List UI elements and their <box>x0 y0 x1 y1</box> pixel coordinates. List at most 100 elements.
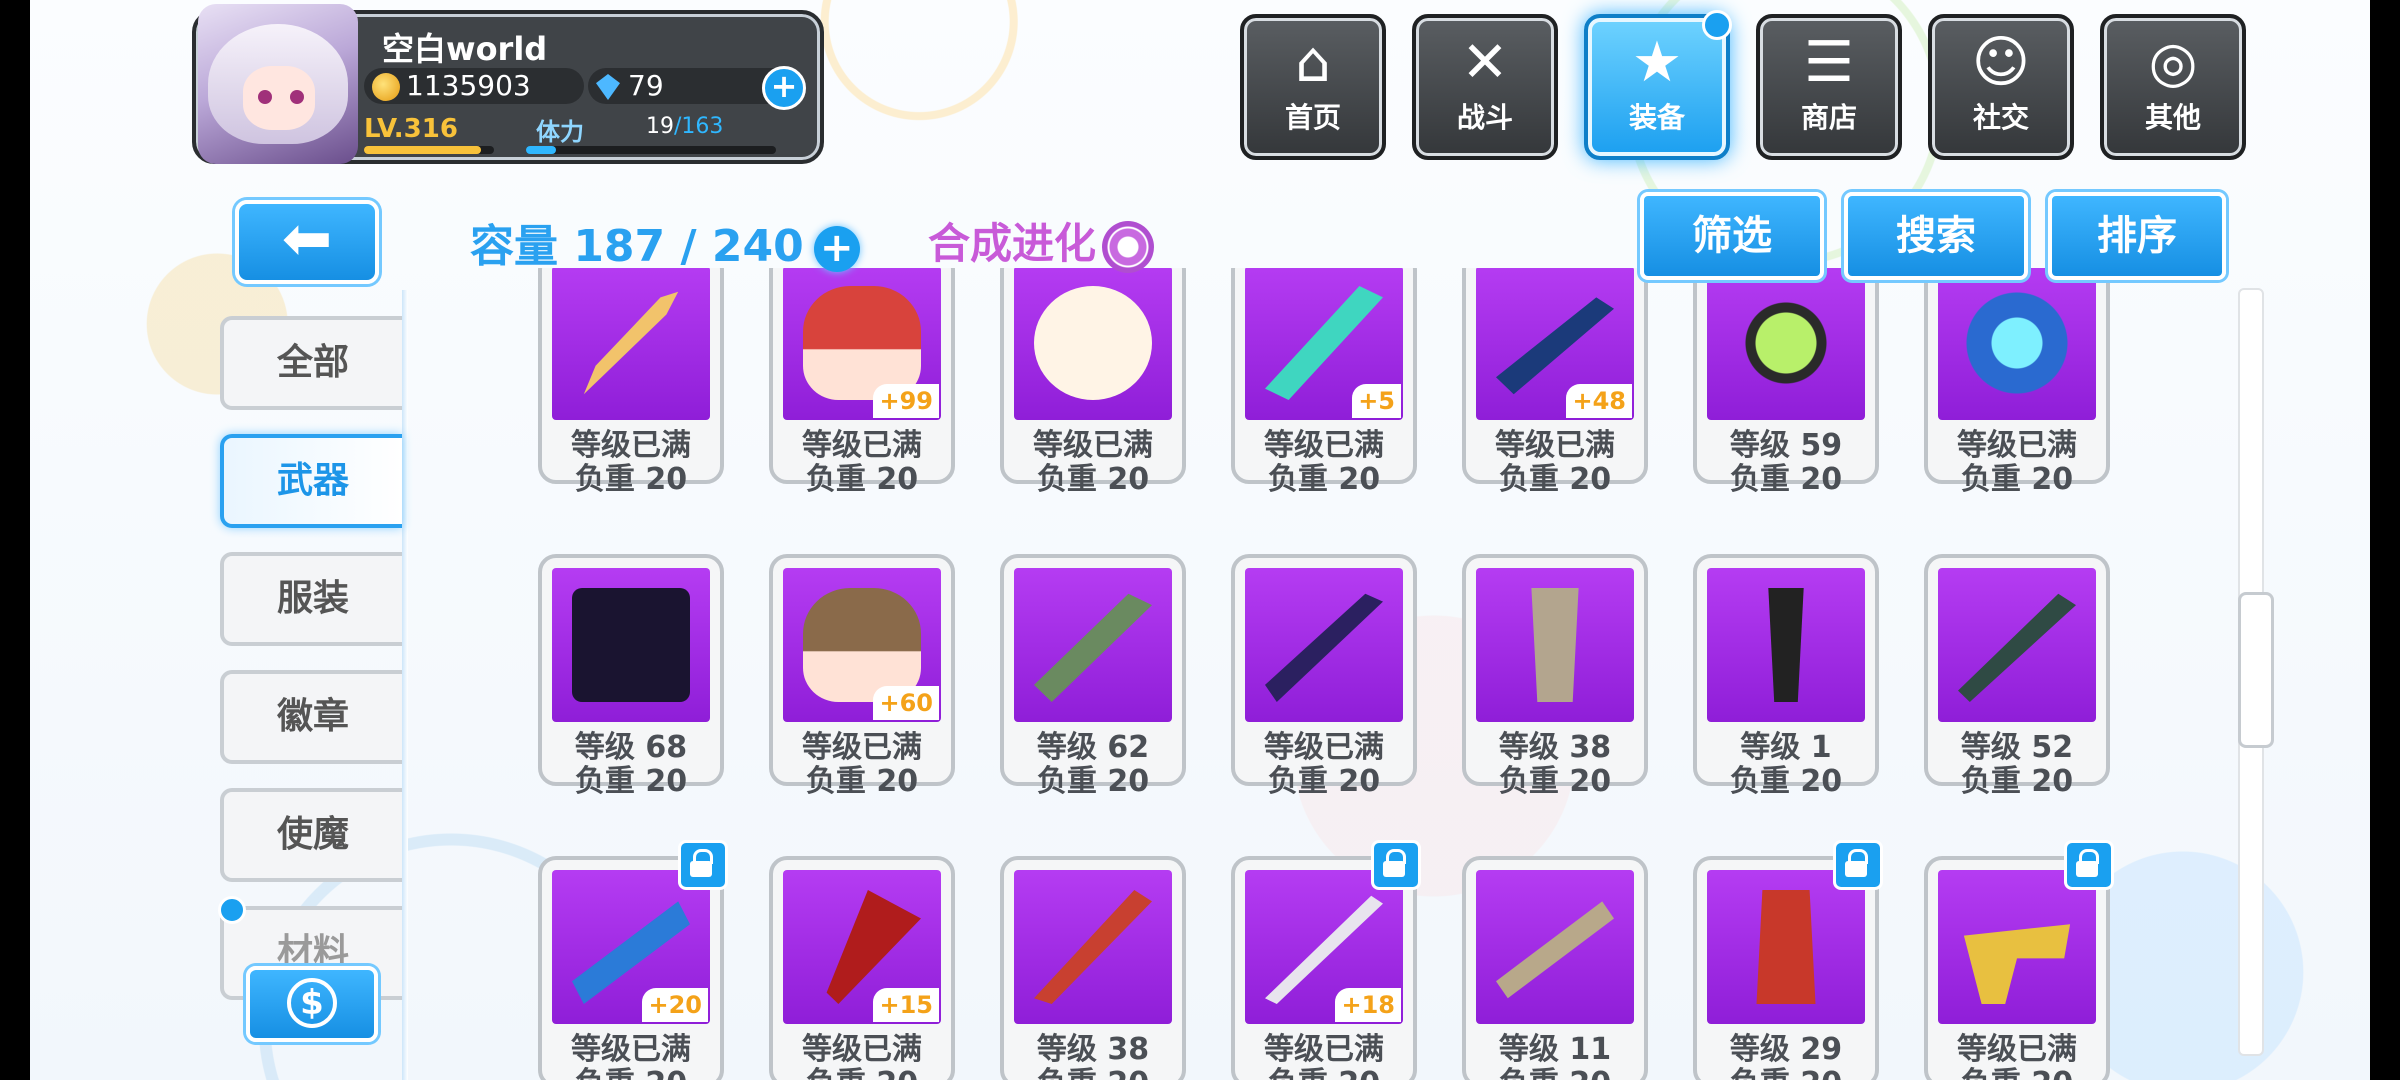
lock-icon[interactable] <box>2064 840 2114 890</box>
blue-lantern-icon <box>1958 286 2076 400</box>
item-image <box>1014 870 1172 1024</box>
house-icon: ⌂ <box>1295 30 1331 95</box>
player-avatar[interactable] <box>198 4 358 164</box>
tab-badges[interactable]: 徽章 <box>220 670 402 764</box>
inventory-item[interactable]: +15 等级已满 负重 20 <box>769 856 955 1080</box>
item-image: +5 <box>1245 268 1403 420</box>
inventory-item[interactable]: +5 等级已满 负重 20 <box>1231 268 1417 497</box>
inventory-item[interactable]: 等级已满 负重 20 <box>538 268 724 497</box>
lock-icon[interactable] <box>1833 840 1883 890</box>
grid-scrollbar[interactable] <box>2238 288 2274 1056</box>
nav-battle[interactable]: ✕ 战斗 <box>1412 14 1558 160</box>
inventory-item[interactable]: 等级 1 负重 20 <box>1693 554 1879 799</box>
nav-equipment[interactable]: ★ 装备 <box>1584 10 1732 160</box>
tab-weapons[interactable]: 武器 <box>220 434 402 528</box>
inventory-item[interactable]: 等级 38 负重 20 <box>1000 856 1186 1080</box>
evolve-button[interactable]: 合成进化 <box>928 210 1155 273</box>
evolve-label: 合成进化 <box>928 219 1097 268</box>
search-button[interactable]: 搜索 <box>1844 192 2028 280</box>
category-tabs: 全部 武器 服装 徽章 使魔 材料 <box>218 316 402 1024</box>
coin-icon <box>372 73 400 101</box>
skull-staff-icon <box>1768 588 1804 702</box>
item-image <box>1014 568 1172 722</box>
blue-rifle-icon <box>1496 297 1614 395</box>
inventory-item[interactable]: 等级已满 负重 20 <box>1924 840 2114 1080</box>
item-image: +48 <box>1476 268 1634 420</box>
item-image: +18 <box>1245 870 1403 1024</box>
item-weight: 负重 20 <box>1235 1058 1413 1080</box>
nav-home[interactable]: ⌂ 首页 <box>1240 14 1386 160</box>
item-image <box>1707 870 1865 1024</box>
item-weight: 负重 20 <box>1267 462 1381 497</box>
item-weight: 负重 20 <box>773 1058 951 1080</box>
inventory-item[interactable]: 等级 38 负重 20 <box>1462 554 1648 799</box>
nav-social[interactable]: ☺ 社交 <box>1928 14 2074 160</box>
item-image <box>1707 268 1865 420</box>
dark-box-icon <box>572 588 690 702</box>
sell-button[interactable]: $ <box>246 966 378 1042</box>
item-weight: 负重 20 <box>1036 764 1150 799</box>
inventory-item[interactable]: 等级 68 负重 20 <box>538 554 724 799</box>
inventory-item[interactable]: +18 等级已满 负重 20 <box>1231 840 1421 1080</box>
nav-other[interactable]: ◎ 其他 <box>2100 14 2246 160</box>
inventory-item[interactable]: 等级 62 负重 20 <box>1000 554 1186 799</box>
item-image <box>1014 268 1172 420</box>
item-image <box>1938 568 2096 722</box>
expand-capacity-button[interactable]: + <box>813 226 860 272</box>
item-image: +20 <box>552 870 710 1024</box>
inventory-item[interactable]: 等级已满 负重 20 <box>1924 268 2110 497</box>
item-image: +15 <box>783 870 941 1024</box>
green-gun-icon <box>1034 593 1152 702</box>
gem-counter: 79 + <box>588 66 806 110</box>
enhance-badge: +48 <box>1566 384 1632 418</box>
item-weight: 负重 20 <box>805 764 919 799</box>
inventory-item[interactable]: 等级 59 负重 20 <box>1693 268 1879 497</box>
item-weight: 负重 20 <box>1498 462 1612 497</box>
player-level: LV.316 <box>364 114 458 144</box>
red-spear-icon <box>826 890 921 1004</box>
back-button[interactable]: ⬅ <box>235 200 379 284</box>
item-weight: 负重 20 <box>1267 764 1381 799</box>
item-image <box>1938 268 2096 420</box>
assault-rifle-icon <box>1496 901 1614 999</box>
inventory-item[interactable]: 等级已满 负重 20 <box>1000 268 1186 497</box>
exp-bar <box>364 146 494 154</box>
item-image <box>552 568 710 722</box>
inventory-item[interactable]: 等级已满 负重 20 <box>1231 554 1417 799</box>
player-panel[interactable]: 空白world 1135903 79 + LV.316 体力 19/163 <box>192 4 824 164</box>
tab-all[interactable]: 全部 <box>220 316 402 410</box>
star-gun-icon: ★ <box>1631 30 1683 95</box>
inventory-item[interactable]: 等级 11 负重 20 <box>1462 856 1648 1080</box>
item-weight: 负重 20 <box>1697 1058 1875 1080</box>
thorn-rifle-icon <box>1958 593 2076 702</box>
lock-icon[interactable] <box>678 840 728 890</box>
enhance-badge: +5 <box>1352 384 1401 418</box>
inventory-item[interactable]: +60 等级已满 负重 20 <box>769 554 955 799</box>
stamina-bar <box>526 146 776 154</box>
item-weight: 负重 20 <box>1729 764 1843 799</box>
tab-familiars[interactable]: 使魔 <box>220 788 402 882</box>
filter-button[interactable]: 筛选 <box>1640 192 1824 280</box>
enhance-badge: +18 <box>1335 988 1401 1022</box>
plasma-cannon-icon <box>572 901 690 1004</box>
inventory-item[interactable]: +99 等级已满 负重 20 <box>769 268 955 497</box>
stamina-label: 体力 <box>536 118 584 146</box>
capacity-text: 容量 187 / 240 <box>470 221 804 272</box>
capacity-display: 容量 187 / 240 + <box>470 210 860 274</box>
inventory-item[interactable]: +20 等级已满 负重 20 <box>538 840 728 1080</box>
purple-rifle-icon <box>1265 593 1383 702</box>
gold-pistol-icon <box>1963 924 2071 1004</box>
nav-shop[interactable]: ☰ 商店 <box>1756 14 1902 160</box>
inventory-item[interactable]: 等级 29 负重 20 <box>1693 840 1883 1080</box>
notification-dot <box>218 896 246 924</box>
sort-button[interactable]: 排序 <box>2048 192 2226 280</box>
lock-icon[interactable] <box>1371 840 1421 890</box>
scrollbar-thumb[interactable] <box>2238 592 2274 748</box>
add-gems-button[interactable]: + <box>762 66 806 110</box>
player-name: 空白world <box>382 30 548 68</box>
inventory-item[interactable]: +48 等级已满 负重 20 <box>1462 268 1648 497</box>
inventory-item[interactable]: 等级 52 负重 20 <box>1924 554 2110 799</box>
red-blade-icon <box>1034 890 1152 1004</box>
tab-costume[interactable]: 服装 <box>220 552 402 646</box>
red-hair-girl-icon <box>803 286 921 400</box>
